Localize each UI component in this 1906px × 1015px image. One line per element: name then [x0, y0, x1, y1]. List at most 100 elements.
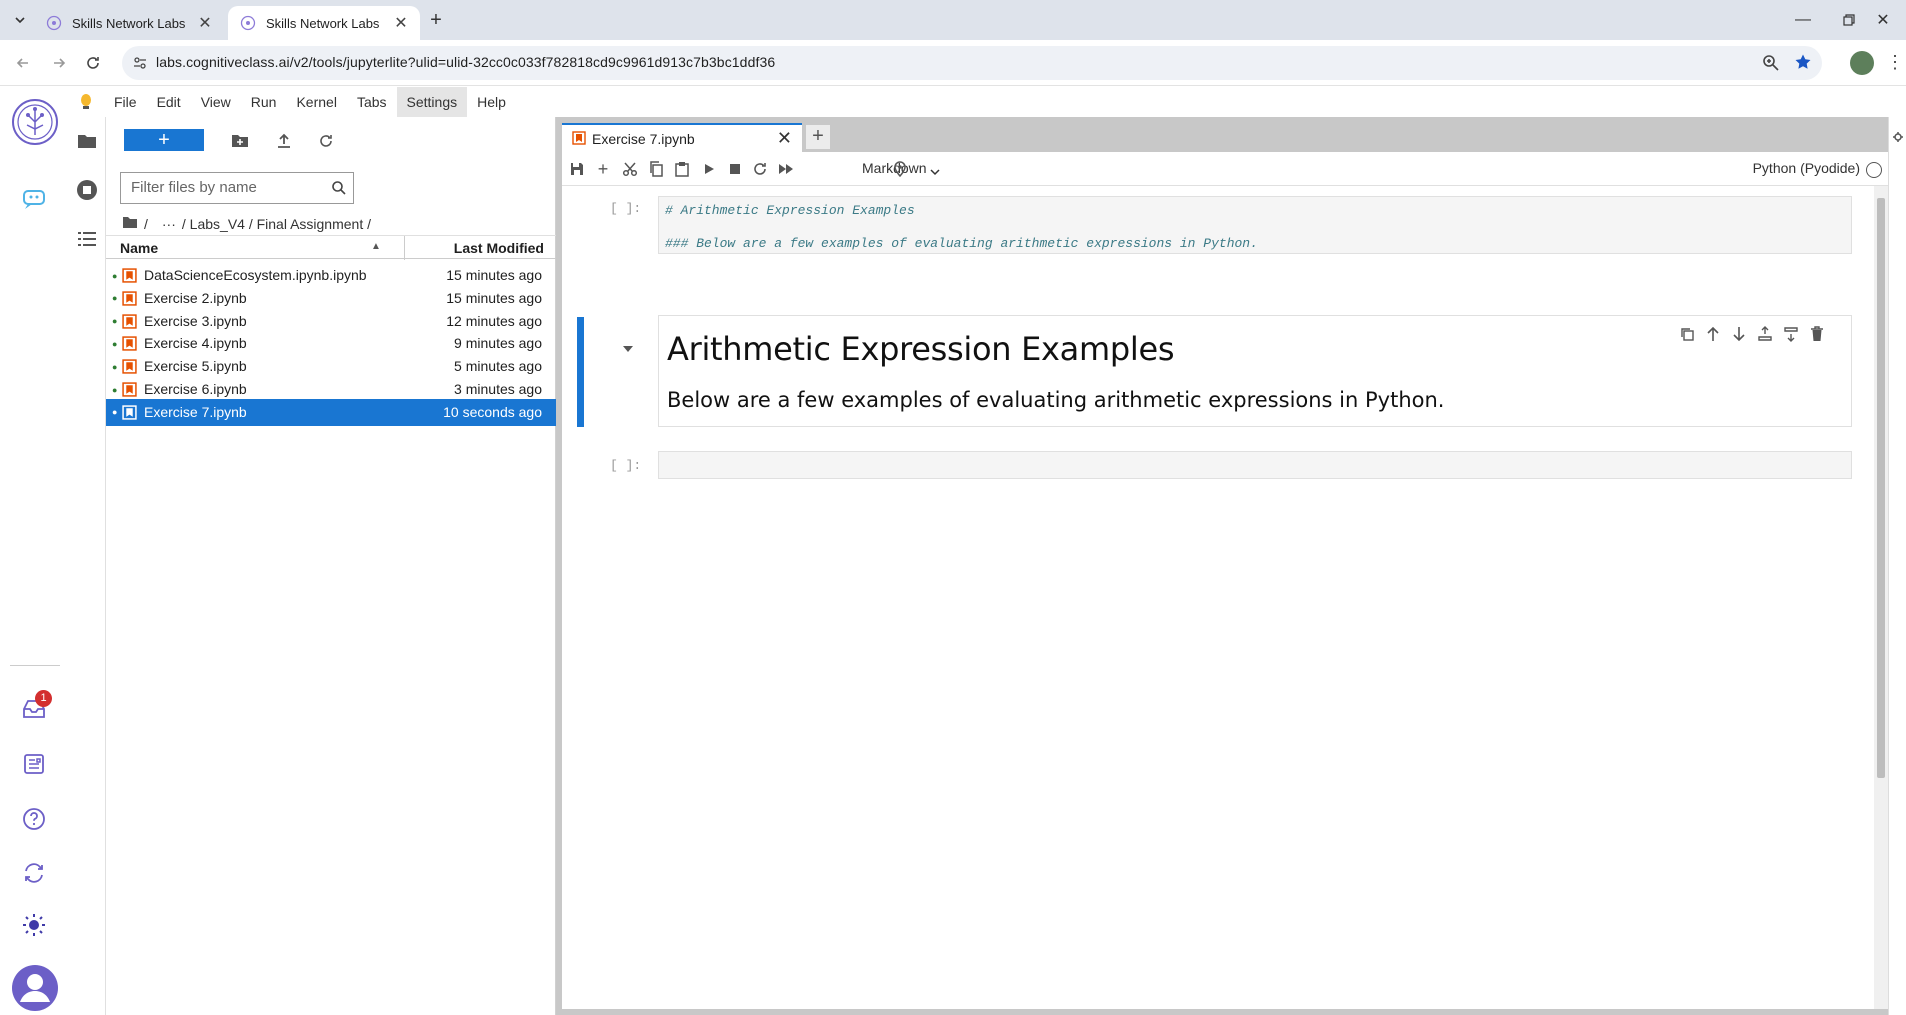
close-icon[interactable]: ✕ — [777, 128, 792, 149]
collapse-heading-icon[interactable] — [622, 340, 634, 358]
delete-cell-icon[interactable] — [1805, 322, 1829, 346]
browser-tab-1[interactable]: Skills Network Labs ✕ — [34, 6, 224, 40]
breadcrumb-path[interactable]: / Labs_V4 / Final Assignment / — [182, 216, 371, 232]
new-folder-icon[interactable] — [228, 129, 252, 153]
new-tab-button[interactable]: + — [424, 8, 448, 32]
skills-network-favicon — [240, 15, 256, 31]
zoom-icon[interactable] — [1762, 54, 1780, 77]
address-bar: labs.cognitiveclass.ai/v2/tools/jupyterl… — [0, 40, 1906, 86]
copy-icon[interactable] — [644, 157, 668, 181]
property-inspector-icon[interactable] — [1892, 131, 1906, 152]
table-of-contents-icon[interactable] — [76, 229, 98, 254]
breadcrumb-root[interactable]: / — [144, 216, 148, 232]
notebook-icon — [122, 382, 137, 397]
restart-kernel-icon[interactable] — [748, 157, 772, 181]
refresh-icon[interactable] — [314, 129, 338, 153]
pin-icon[interactable] — [888, 157, 912, 181]
stop-icon[interactable] — [723, 157, 747, 181]
notebook-scrollbar[interactable] — [1874, 186, 1888, 1009]
paste-icon[interactable] — [670, 157, 694, 181]
home-folder-icon[interactable] — [122, 215, 138, 232]
close-tab-icon[interactable]: ✕ — [194, 12, 216, 34]
back-icon[interactable] — [10, 50, 36, 76]
rendered-markdown-cell[interactable]: Arithmetic Expression Examples Below are… — [658, 315, 1852, 427]
skills-network-sidebar: 1 — [0, 87, 70, 1015]
code-cell-editor[interactable] — [658, 451, 1852, 479]
move-down-icon[interactable] — [1727, 322, 1751, 346]
cell-prompt: [ ]: — [610, 458, 642, 473]
minimize-icon[interactable]: — — [1780, 0, 1826, 40]
notes-icon[interactable] — [18, 748, 50, 780]
menu-kernel[interactable]: Kernel — [286, 87, 346, 117]
save-icon[interactable] — [565, 157, 589, 181]
site-info-icon[interactable] — [132, 55, 148, 76]
tab-exercise-7[interactable]: Exercise 7.ipynb ✕ — [562, 123, 802, 152]
help-icon[interactable] — [18, 803, 50, 835]
tab-search-icon[interactable] — [8, 8, 32, 32]
markdown-source-line: ### Below are a few examples of evaluati… — [665, 236, 1258, 251]
kernel-name[interactable]: Python (Pyodide) — [1753, 160, 1860, 176]
running-dot: ● — [112, 338, 118, 349]
new-launcher-button[interactable]: + — [124, 129, 204, 151]
folder-icon[interactable] — [76, 131, 98, 156]
move-up-icon[interactable] — [1701, 322, 1725, 346]
chat-icon[interactable] — [18, 183, 50, 215]
running-dot: ● — [112, 270, 118, 281]
insert-above-icon[interactable] — [1753, 322, 1777, 346]
sort-ascending-icon[interactable]: ▲ — [371, 241, 381, 252]
close-tab-icon[interactable]: ✕ — [390, 12, 412, 34]
menu-run[interactable]: Run — [241, 87, 287, 117]
bookmark-star-icon[interactable] — [1794, 53, 1812, 76]
file-name: Exercise 4.ipynb — [144, 335, 247, 352]
search-icon — [331, 180, 347, 201]
file-row[interactable]: ● Exercise 7.ipynb 10 seconds ago — [106, 398, 556, 426]
active-cell-indicator[interactable] — [577, 317, 584, 427]
forward-icon[interactable] — [46, 50, 72, 76]
jupyterlite-app: 1 File Edit View Run Kernel Tabs Setting… — [0, 87, 1906, 1015]
browser-tabstrip: Skills Network Labs ✕ Skills Network Lab… — [0, 0, 1906, 40]
duplicate-cell-icon[interactable] — [1675, 322, 1699, 346]
filter-files-field[interactable] — [120, 172, 354, 204]
file-name: DataScienceEcosystem.ipynb.ipynb — [144, 267, 367, 283]
file-modified: 9 minutes ago — [454, 335, 542, 352]
cut-icon[interactable] — [618, 157, 642, 181]
file-name: Exercise 3.ipynb — [144, 312, 247, 329]
reload-icon[interactable] — [80, 50, 106, 76]
insert-cell-icon[interactable]: + — [591, 157, 615, 181]
fast-forward-icon[interactable] — [774, 157, 798, 181]
chevron-down-icon[interactable] — [930, 163, 940, 181]
sidebar-divider — [10, 665, 60, 666]
sync-icon[interactable] — [18, 857, 50, 889]
file-modified: 5 minutes ago — [454, 358, 542, 375]
breadcrumb-ellipsis[interactable]: ··· — [162, 216, 176, 232]
user-icon[interactable] — [10, 963, 60, 1013]
menu-file[interactable]: File — [104, 87, 147, 117]
filter-files-input[interactable] — [131, 179, 321, 196]
omnibox[interactable]: labs.cognitiveclass.ai/v2/tools/jupyterl… — [122, 46, 1822, 80]
upload-icon[interactable] — [272, 129, 296, 153]
markdown-source-line: # Arithmetic Expression Examples — [665, 203, 915, 218]
window-close-icon[interactable]: ✕ — [1860, 0, 1906, 40]
running-dot: ● — [112, 407, 118, 418]
menu-tabs[interactable]: Tabs — [347, 87, 397, 117]
theme-icon[interactable] — [18, 909, 50, 941]
column-divider[interactable] — [404, 236, 405, 260]
notebook-icon — [122, 291, 137, 306]
column-name[interactable]: Name — [120, 240, 158, 256]
browser-tab-2[interactable]: Skills Network Labs ✕ — [228, 6, 420, 40]
browser-menu-icon[interactable]: ⋮ — [1886, 52, 1904, 73]
scrollbar-thumb[interactable] — [1877, 198, 1885, 778]
menubar: File Edit View Run Kernel Tabs Settings … — [70, 87, 1906, 117]
add-tab-button[interactable]: + — [806, 125, 830, 149]
menu-settings[interactable]: Settings — [396, 87, 468, 117]
menu-help[interactable]: Help — [467, 87, 516, 117]
markdown-cell-editor[interactable]: # Arithmetic Expression Examples ### Bel… — [658, 196, 1852, 254]
menu-view[interactable]: View — [191, 87, 241, 117]
run-icon[interactable] — [697, 157, 721, 181]
menu-edit[interactable]: Edit — [147, 87, 191, 117]
insert-below-icon[interactable] — [1779, 322, 1803, 346]
logo-icon[interactable] — [10, 97, 60, 147]
running-sessions-icon[interactable] — [76, 179, 98, 206]
column-last-modified[interactable]: Last Modified — [454, 240, 544, 256]
profile-avatar[interactable] — [1850, 51, 1874, 75]
